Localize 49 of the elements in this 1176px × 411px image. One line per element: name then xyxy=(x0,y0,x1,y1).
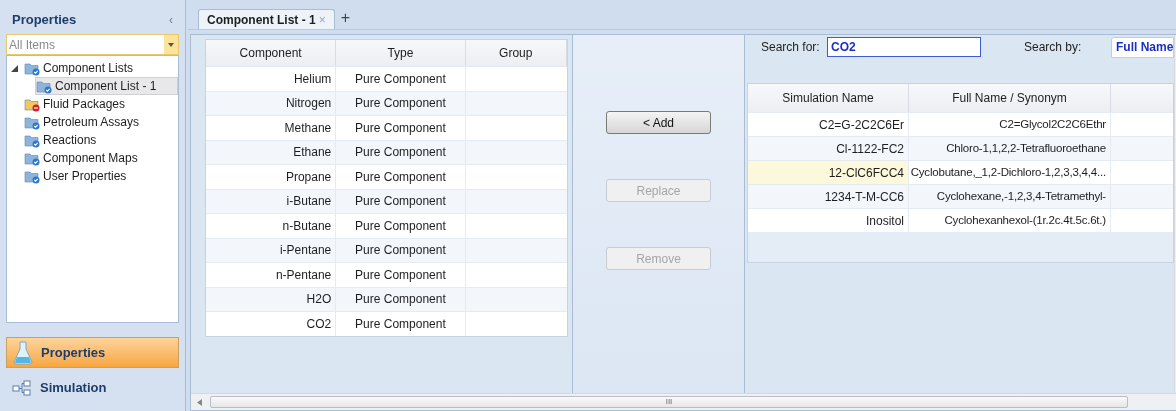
nav-button[interactable]: Properties xyxy=(6,337,179,368)
folder-icon xyxy=(24,96,40,112)
tree-item[interactable]: Reactions xyxy=(24,131,103,149)
field-label: Search for: xyxy=(761,39,821,56)
diagram-icon xyxy=(12,379,32,396)
new-tab-button[interactable]: + xyxy=(334,9,357,29)
action-button[interactable]: < Add xyxy=(606,111,711,134)
tree-item[interactable]: Component List - 1 xyxy=(35,77,178,95)
scrollbar-grip[interactable]: III xyxy=(665,398,673,406)
table-cell: n-Pentane xyxy=(206,263,337,287)
table-cell: Pure Component xyxy=(336,214,466,238)
scroll-left-arrow-icon[interactable] xyxy=(197,398,202,406)
folder-icon xyxy=(24,60,40,76)
table-cell: Pure Component xyxy=(336,67,466,91)
table-cell: Helium xyxy=(206,67,337,91)
tree-item[interactable]: User Properties xyxy=(24,167,133,185)
filter-dropdown[interactable]: All Items xyxy=(6,34,179,55)
folder-icon xyxy=(24,114,40,130)
document-tab[interactable]: Component List - 1 × xyxy=(198,9,335,29)
nav-button[interactable]: Simulation xyxy=(6,372,179,403)
panel-title: Properties xyxy=(12,11,77,30)
table-row[interactable]: C2=G-2C2C6Er C2=Glycol2C2C6Ethr xyxy=(748,112,1174,136)
table-cell: Pure Component xyxy=(336,116,466,140)
tree-item[interactable]: Fluid Packages xyxy=(24,95,132,113)
table-cell: n-Butane xyxy=(206,214,337,238)
tree-item[interactable]: Petroleum Assays xyxy=(24,113,146,131)
table-row[interactable]: 1234-T-M-CC6 Cyclohexane,-1,2,3,4-Tetramethyl- xyxy=(748,184,1174,208)
field-label: Search by: xyxy=(1024,39,1083,56)
horizontal-scrollbar[interactable]: III xyxy=(191,393,1176,410)
table-cell: Methane xyxy=(206,116,337,140)
table-cell: Pure Component xyxy=(336,263,466,287)
expand-toggle[interactable] xyxy=(11,64,21,72)
folder-icon xyxy=(24,132,40,148)
folder-icon xyxy=(24,150,40,166)
folder-icon xyxy=(36,78,52,94)
table-cell: Propane xyxy=(206,165,337,189)
tree-item[interactable]: Component Lists xyxy=(24,59,140,77)
table-row[interactable]: Cl-1122-FC2 Chloro-1,1,2,2-Tetrafluoroethane xyxy=(748,136,1174,160)
table-cell: CO2 xyxy=(206,312,337,336)
table-row[interactable]: 12-ClC6FCC4 Cyclobutane,_1,2-Dichloro-1,2,3,3,4,4... xyxy=(748,160,1174,184)
search-by-dropdown[interactable]: Full Name xyxy=(1111,36,1175,58)
table-cell: Pure Component xyxy=(336,165,466,189)
tree-item[interactable]: Component Maps xyxy=(24,149,144,167)
dropdown-arrow-icon xyxy=(168,42,174,47)
table-cell: Pure Component xyxy=(336,312,466,336)
folder-icon xyxy=(24,168,40,184)
search-field[interactable]: CO2 xyxy=(827,37,981,57)
table-row[interactable]: Inositol Cyclohexanhexol-(1r.2c.4t.5c.6t.) xyxy=(748,208,1174,232)
flask-icon xyxy=(13,340,33,365)
